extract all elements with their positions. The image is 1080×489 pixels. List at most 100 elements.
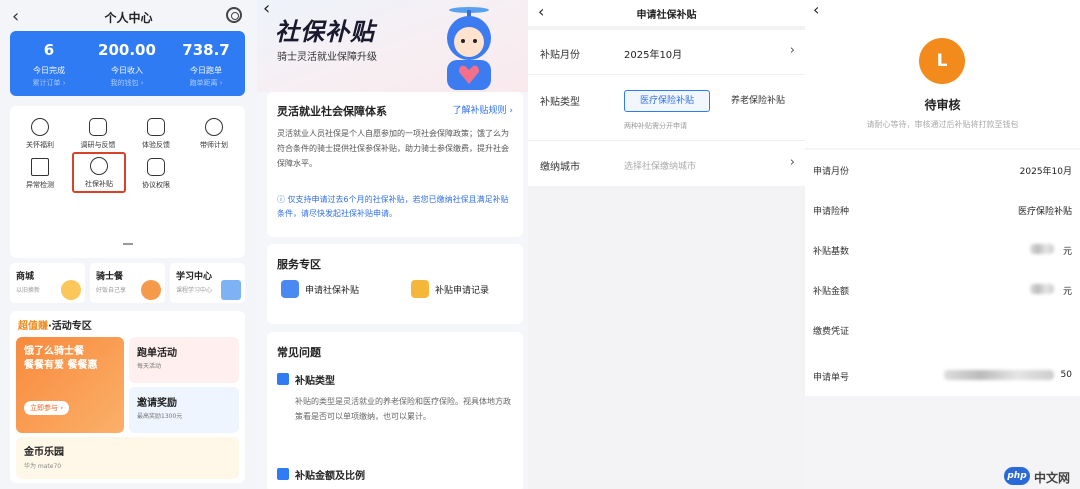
apply-form: 补贴月份 2025年10月 › 补贴类型 医疗保险补贴 养老保险补贴 两种补贴需… — [528, 30, 805, 186]
order-activity-card[interactable]: 跑单活动 每天活动 — [129, 337, 239, 383]
warning-icon — [31, 158, 49, 176]
back-arrow-icon[interactable]: ‹ — [263, 0, 270, 19]
header: ‹ 个人中心 — [0, 0, 257, 32]
service-zone: 服务专区 申请社保补贴 补贴申请记录 — [267, 244, 523, 324]
detail-label: 补贴金额 — [813, 287, 850, 297]
page-indicator — [123, 243, 133, 245]
card-learning-center[interactable]: 学习中心 课程学习中心 — [170, 263, 245, 303]
card-sub: 好饭自己享 — [96, 287, 127, 294]
food-icon — [141, 280, 161, 300]
detail-label: 缴费凭证 — [813, 327, 850, 337]
card-title: 商城 — [16, 272, 35, 282]
tool-anomaly-check[interactable]: 异常检测 — [12, 158, 68, 190]
card-rider-meal[interactable]: 骑士餐 好饭自己享 — [90, 263, 165, 303]
stat-label: 今日收入 — [111, 66, 143, 75]
stats-card: 6 今日完成 累计订单 › 200.00 今日收入 我的钱包 › 738.7 今… — [10, 31, 245, 96]
stat-distance[interactable]: 738.7 今日跑单 跑单距离 › — [167, 41, 245, 88]
card-title: 学习中心 — [176, 272, 213, 282]
detail-label: 申请单号 — [813, 373, 850, 383]
policy-note: ⓘ 仅支持申请过去6个月的社保补贴，若您已缴纳社保且满足补贴条件，请尽快发起社保… — [277, 195, 509, 218]
tool-label: 协议权限 — [142, 181, 170, 189]
medical-insurance-chip[interactable]: 医疗保险补贴 — [624, 90, 710, 112]
stat-income[interactable]: 200.00 今日收入 我的钱包 › — [88, 41, 166, 88]
page-title: 个人中心 — [104, 11, 153, 25]
type-label: 补贴类型 — [540, 97, 580, 108]
invite-reward-card[interactable]: 邀请奖励 最高奖励1300元 — [129, 387, 239, 433]
activity-title-rest: ·活动专区 — [48, 321, 92, 332]
stat-value: 738.7 — [182, 41, 230, 59]
tool-survey-feedback[interactable]: 调研与反馈 — [70, 118, 126, 150]
divider — [528, 74, 805, 75]
tools-grid: 关怀福利 调研与反馈 体验反馈 带师计划 异常检测 社保补贴 协议权限 — [10, 106, 245, 258]
detail-value: 50 — [1060, 370, 1072, 380]
pension-insurance-chip[interactable]: 养老保险补贴 — [716, 90, 800, 112]
activity-zone: 超值赚·活动专区 饿了么骑士餐 餐餐有爱 餐餐惠 立即参与 › 跑单活动 每天活动… — [10, 311, 245, 483]
tool-experience-feedback[interactable]: 体验反馈 — [128, 118, 184, 150]
status-header: ‹ L 待审核 请耐心等待，审核通过后补贴将打款至钱包 — [805, 0, 1080, 148]
policy-card: 灵活就业社会保障体系 了解补贴规则 › 灵活就业人员社保是个人自愿参加的一项社会… — [267, 92, 523, 237]
user-plus-icon — [205, 118, 223, 136]
policy-body: 灵活就业人员社保是个人自愿参加的一项社会保障政策；饿了么为符合条件的骑士提供社保… — [277, 129, 509, 168]
record-icon — [411, 280, 429, 298]
card-sub: 以旧换新 — [16, 287, 41, 294]
document-icon — [147, 158, 165, 176]
detail-label: 申请月份 — [813, 167, 850, 177]
month-select[interactable]: 2025年10月 — [624, 46, 682, 61]
heart-icon — [31, 118, 49, 136]
avatar: L — [919, 38, 965, 84]
gold-park-card[interactable]: 金币乐园 华为 mate70 — [16, 437, 239, 479]
stat-sub: 累计订单 › — [32, 79, 66, 87]
coin-icon — [61, 280, 81, 300]
stat-completed[interactable]: 6 今日完成 累计订单 › — [10, 41, 88, 88]
redacted-value — [944, 370, 1054, 381]
tool-agreement-permissions[interactable]: 协议权限 — [128, 158, 184, 190]
back-arrow-icon[interactable]: ‹ — [813, 0, 819, 19]
note-edit-icon — [89, 118, 107, 136]
detail-label: 补贴基数 — [813, 247, 850, 257]
subsidy-intro-screen: ‹ 社保补贴 骑士灵活就业保障升级 灵活就业社会保障体系 了解补贴规则 › 灵活… — [257, 0, 528, 489]
subsidy-rules-link[interactable]: 了解补贴规则 › — [453, 103, 513, 116]
tool-social-security-subsidy[interactable]: 社保补贴 — [72, 152, 126, 193]
rider-meal-banner[interactable]: 饿了么骑士餐 餐餐有爱 餐餐惠 立即参与 › — [16, 337, 124, 433]
faq-item-title[interactable]: 补贴类型 — [295, 372, 335, 387]
rider-mascot-icon — [447, 7, 491, 90]
gold-title: 金币乐园 — [24, 447, 64, 458]
book-icon — [221, 280, 241, 300]
sub-desc: 最高奖励1300元 — [137, 413, 183, 420]
card-mall[interactable]: 商城 以旧换新 — [10, 263, 85, 303]
redacted-value — [1030, 284, 1054, 295]
tool-care-welfare[interactable]: 关怀福利 — [12, 118, 68, 150]
activity-title-highlight: 超值赚 — [18, 321, 48, 332]
faq-item-title[interactable]: 补贴金额及比例 — [295, 467, 365, 482]
stat-label: 今日跑单 — [190, 66, 222, 75]
stat-label: 今日完成 — [33, 66, 65, 75]
type-hint: 两种补贴需分开申请 — [624, 122, 687, 130]
page-title: 申请社保补贴 — [636, 10, 697, 21]
tool-label: 体验反馈 — [142, 141, 170, 149]
quick-cards: 商城 以旧换新 骑士餐 好饭自己享 学习中心 课程学习中心 — [10, 263, 245, 305]
tool-label: 社保补贴 — [85, 180, 113, 188]
stat-value: 200.00 — [98, 41, 156, 59]
stat-sub: 跑单距离 › — [189, 79, 223, 87]
banner-heading: 饿了么骑士餐 餐餐有爱 餐餐惠 — [24, 345, 97, 373]
sub-title: 邀请奖励 — [137, 398, 177, 409]
settings-gear-icon[interactable] — [226, 7, 242, 23]
chevron-right-icon[interactable]: › — [790, 155, 795, 170]
tool-label: 调研与反馈 — [80, 141, 116, 149]
sub-title: 跑单活动 — [137, 348, 177, 359]
apply-subsidy-screen: ‹ 申请社保补贴 补贴月份 2025年10月 › 补贴类型 医疗保险补贴 养老保… — [528, 0, 805, 489]
city-select[interactable]: 选择社保缴纳城市 — [624, 159, 696, 172]
gold-sub: 华为 mate70 — [24, 463, 62, 470]
tool-mentor-plan[interactable]: 带师计划 — [186, 118, 242, 150]
question-icon — [277, 373, 289, 385]
detail-label: 申请险种 — [813, 207, 850, 217]
status-title: 待审核 — [924, 98, 961, 112]
php-logo: php — [1004, 467, 1030, 485]
header: ‹ 申请社保补贴 — [528, 0, 805, 26]
redacted-value — [1030, 244, 1054, 255]
chevron-right-icon[interactable]: › — [790, 43, 795, 58]
join-now-button[interactable]: 立即参与 › — [24, 401, 70, 415]
application-details: 申请月份 2025年10月 申请险种 医疗保险补贴 补贴基数 元 补贴金额 元 … — [805, 150, 1080, 396]
sub-desc: 每天活动 — [137, 363, 162, 370]
edit-icon — [147, 118, 165, 136]
